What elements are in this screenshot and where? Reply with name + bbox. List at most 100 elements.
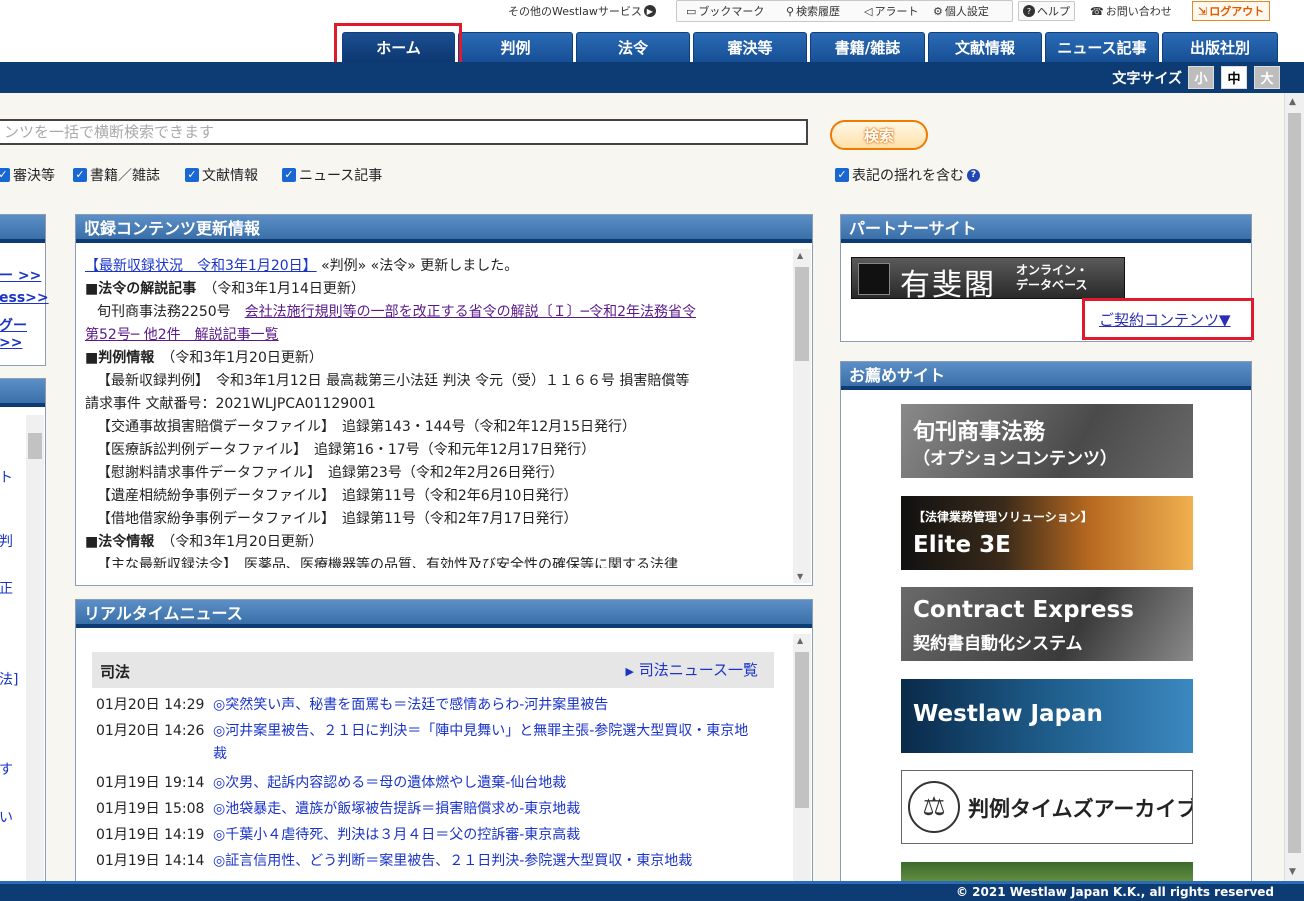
update-line: ■法令の解説記事 （令和3年1月14日更新） (85, 278, 785, 301)
news-item[interactable]: 01月20日 14:26 ◎河井案里被告、２１日に判決＝「陣中見舞い」と無罪主張-… (96, 720, 776, 766)
tab-news[interactable]: ニュース記事 (1045, 32, 1159, 62)
banner-partial[interactable] (901, 862, 1193, 881)
left-panel-header (0, 215, 45, 243)
help-button[interactable]: ? ヘルプ (1018, 1, 1075, 21)
news-title[interactable]: ◎突然笑い声、秘書を面罵も＝法廷で感情あらわ-河井案里被告 (213, 694, 608, 717)
checkbox-decisions[interactable]: ✓ 審決等 (0, 165, 55, 185)
update-heading: ■判例情報 (85, 350, 155, 366)
news-item[interactable]: 01月19日 14:19 ◎千葉小４虐待死、判決は３月４日＝父の控訴審-東京高裁 (96, 824, 776, 847)
update-line: 【最新収録状況 令和3年1月20日】 «判例» «法令» 更新しました。 (85, 255, 785, 278)
news-item[interactable]: 01月20日 14:29 ◎突然笑い声、秘書を面罵も＝法廷で感情あらわ-河井案里被… (96, 694, 776, 717)
checkbox-literature[interactable]: ✓ 文献情報 (185, 165, 258, 185)
update-line: 【主な最新収録法令】 医薬品、医療機器等の品質、有効性及び安全性の確保等に関する… (85, 554, 785, 568)
tab-books-journals[interactable]: 書籍/雑誌 (810, 32, 925, 62)
news-title[interactable]: ◎証言信用性、どう判断＝案里被告、２１日判決-参院選大型買収・東京地裁 (213, 850, 692, 873)
scroll-up-icon[interactable]: ▲ (797, 251, 803, 260)
scroll-thumb[interactable] (795, 652, 809, 808)
scroll-thumb[interactable] (28, 433, 42, 459)
recommended-panel-title: お薦めサイト (841, 362, 1251, 390)
search-input[interactable]: ンツを一括で横断検索できます (0, 119, 808, 145)
news-item[interactable]: 01月19日 15:08 ◎池袋暴走、遺族が飯塚被告提訴＝損害賠償求め-東京地裁 (96, 798, 776, 821)
news-more-label: 司法ニュース一覧 (638, 661, 758, 679)
search-history-button[interactable]: ⚲ 検索履歴 (786, 1, 840, 21)
banner-title: 旬刊商事法務 (913, 420, 1046, 445)
news-title[interactable]: ◎河井案里被告、２１日に判決＝「陣中見舞い」と無罪主張-参院選大型買収・東京地裁 (213, 720, 753, 766)
update-link[interactable]: 【最新収録状況 令和3年1月20日】 (85, 258, 317, 274)
scroll-up-icon[interactable]: ▲ (1289, 97, 1296, 107)
other-services-link[interactable]: その他のWestlawサービス ▶ (508, 1, 656, 21)
check-icon: ✓ (185, 168, 199, 182)
update-text: 【交通事故損害賠償データファイル】 追録第143・144号（令和2年12月15日… (97, 419, 636, 435)
check-icon: ✓ (282, 168, 296, 182)
yuhikaku-sub-line2: データベース (1016, 278, 1088, 292)
check-icon: ✓ (73, 168, 87, 182)
checkbox-news[interactable]: ✓ ニュース記事 (282, 165, 382, 185)
checkbox-variant-notation[interactable]: ✓ 表記の揺れを含む ? (835, 165, 980, 185)
tab-publishers[interactable]: 出版社別 (1162, 32, 1278, 62)
banner-shoji-homu[interactable]: 旬刊商事法務 （オプションコンテンツ） (901, 404, 1193, 478)
page-scrollbar[interactable]: ▲ ▼ (1284, 93, 1304, 881)
update-line: 【借地借家紛争事例データファイル】 追録第11号（令和2年7月17日発行） (85, 508, 785, 531)
tab-literature[interactable]: 文献情報 (928, 32, 1042, 62)
banner-elite-3e[interactable]: 【法律業務管理ソリューション】 Elite 3E (901, 496, 1193, 570)
help-icon[interactable]: ? (967, 168, 980, 182)
font-size-large-button[interactable]: 大 (1254, 66, 1280, 89)
logout-button[interactable]: ⇲ ログアウト (1192, 1, 1271, 21)
news-item[interactable]: 01月19日 14:14 ◎証言信用性、どう判断＝案里被告、２１日判決-参院選大型… (96, 850, 776, 873)
page-scroll-thumb[interactable] (1288, 113, 1301, 853)
news-scrollbar[interactable]: ▲ (793, 634, 811, 881)
update-line: 第52号─ 他2件 解説記事一覧 (85, 324, 785, 347)
update-link[interactable]: 第52号─ 他2件 解説記事一覧 (85, 327, 279, 343)
scroll-up-icon[interactable]: ▲ (797, 636, 803, 645)
updates-scrollbar[interactable]: ▲ ▼ (793, 249, 811, 583)
yuhikaku-banner[interactable]: 有斐閣 オンライン・ データベース (851, 257, 1125, 303)
banner-contract-express[interactable]: Contract Express 契約書自動化システム (901, 587, 1193, 661)
update-text: （令和3年1月20日更新） (154, 350, 323, 366)
news-time: 01月19日 19:14 (96, 775, 205, 791)
news-title[interactable]: ◎池袋暴走、遺族が飯塚被告提訴＝損害賠償求め-東京地裁 (213, 798, 580, 821)
scroll-down-icon[interactable]: ▼ (797, 572, 803, 581)
search-button[interactable]: 検索 (830, 120, 928, 150)
news-category-header: 司法 ▶ 司法ニュース一覧 (92, 652, 774, 688)
update-line: 請求事件 文献番号：2021WLJPCA01129001 (85, 393, 785, 416)
update-text: （令和3年1月14日更新） (196, 281, 365, 297)
checkbox-books[interactable]: ✓ 書籍／雑誌 (73, 165, 160, 185)
font-size-label: 文字サイズ (1112, 71, 1182, 87)
update-line: ■法令情報 （令和3年1月20日更新） (85, 531, 785, 554)
personal-settings-button[interactable]: ⚙ 個人設定 (933, 1, 989, 21)
banner-title: Contract Express (913, 597, 1134, 623)
left-link-3[interactable]: グー>> (0, 315, 45, 351)
left-link-2[interactable]: ess>> (0, 290, 49, 306)
tab-statutes[interactable]: 法令 (576, 32, 690, 62)
scroll-thumb[interactable] (795, 267, 809, 361)
font-size-medium-button[interactable]: 中 (1221, 66, 1247, 89)
news-time: 01月20日 14:29 (96, 697, 205, 713)
update-line: 【慰謝料請求事件データファイル】 追録第23号（令和2年2月26日発行） (85, 462, 785, 485)
phone-icon: ☎ (1090, 4, 1104, 18)
search-history-label: 検索履歴 (796, 5, 841, 18)
news-item[interactable]: 01月19日 19:14 ◎次男、起訴内容認める＝母の遺体燃やし遺棄-仙台地裁 (96, 772, 776, 795)
news-panel: リアルタイムニュース 司法 ▶ 司法ニュース一覧 01月20日 14:29 ◎突然… (75, 599, 813, 881)
left-link-1[interactable]: ー >> (0, 265, 41, 285)
news-title[interactable]: ◎次男、起訴内容認める＝母の遺体燃やし遺棄-仙台地裁 (213, 772, 566, 795)
checkbox-label: 書籍／雑誌 (90, 168, 160, 184)
tab-cases[interactable]: 判例 (458, 32, 573, 62)
left-panel-scrollbar[interactable] (26, 415, 44, 881)
bookmark-button[interactable]: ▭ ブックマーク (686, 1, 764, 21)
contact-button[interactable]: ☎ お問い合わせ (1090, 1, 1172, 21)
left-panel-bottom: ト 判 正 法] す い (0, 378, 46, 881)
alert-button[interactable]: ◁ アラート (864, 1, 918, 21)
news-title[interactable]: ◎千葉小４虐待死、判決は３月４日＝父の控訴審-東京高裁 (213, 824, 580, 847)
banner-hanrei-times[interactable]: ⚖ 判例タイムズアーカイブス (901, 770, 1193, 844)
update-link[interactable]: 会社法施行規則等の一部を改正する省令の解説〔Ｉ〕─令和2年法務省令 (245, 304, 696, 320)
news-more-link[interactable]: ▶ 司法ニュース一覧 (625, 659, 758, 680)
play-circle-icon: ▶ (643, 5, 656, 17)
banner-westlaw-japan[interactable]: Westlaw Japan (901, 679, 1193, 753)
folder-icon: ▭ (686, 4, 697, 18)
font-size-small-button[interactable]: 小 (1188, 66, 1214, 89)
page-content: ンツを一括で横断検索できます 検索 ✓ 審決等 ✓ 書籍／雑誌 ✓ 文献情報 ✓… (0, 93, 1284, 881)
update-line: ■判例情報 （令和3年1月20日更新） (85, 347, 785, 370)
scroll-down-icon[interactable]: ▼ (1289, 867, 1296, 877)
bell-icon: ◁ (864, 4, 873, 18)
tab-decisions[interactable]: 審決等 (693, 32, 807, 62)
